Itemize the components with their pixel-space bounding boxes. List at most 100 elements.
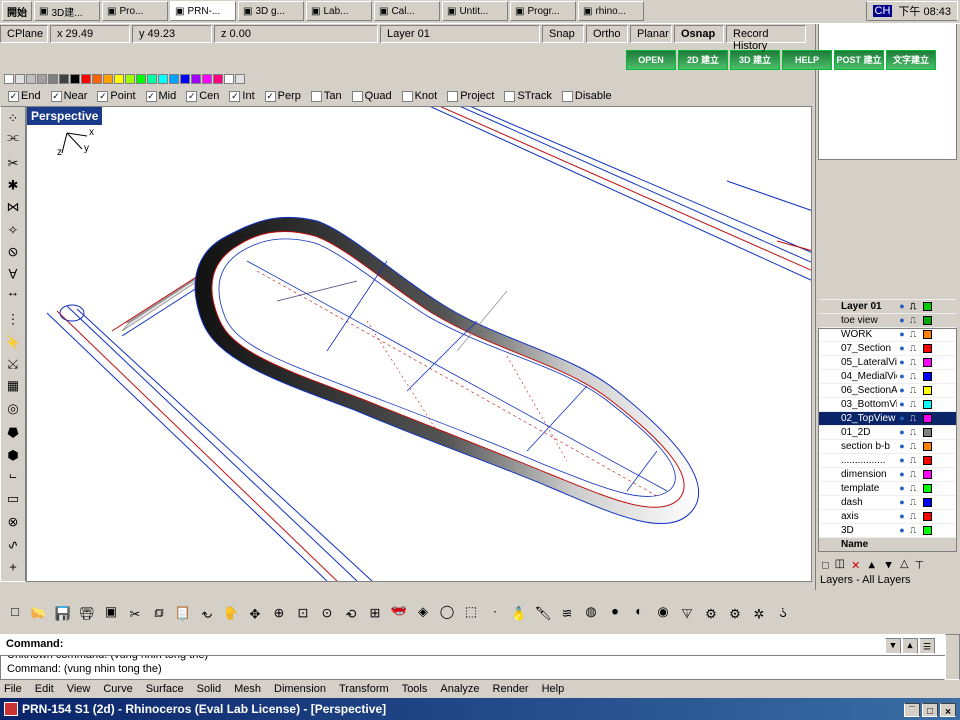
checkbox-icon[interactable]: ✓ [50, 90, 62, 102]
lock-icon[interactable]: ⎍ [907, 497, 919, 508]
layer-row[interactable]: WORK ● ⎍ [819, 327, 956, 341]
render-icon[interactable]: ◈ [412, 602, 434, 624]
lock-icon[interactable]: ⎍ [907, 455, 919, 466]
dimension-icon[interactable]: ↔ [2, 287, 24, 307]
palette-swatch[interactable] [202, 74, 212, 84]
layer-row[interactable]: 01_2D ● ⎍ [819, 425, 956, 439]
command-menu-icon[interactable]: ☰ [919, 638, 935, 654]
join-icon[interactable]: ⋈ [2, 197, 24, 217]
layer-color-swatch[interactable] [923, 302, 932, 311]
lock-icon[interactable]: ⎍ [907, 371, 919, 382]
filter-icon[interactable]: ▽ [900, 559, 908, 572]
menu-transform[interactable]: Transform [339, 683, 389, 695]
checkbox-icon[interactable] [447, 90, 459, 102]
palette-swatch[interactable] [15, 74, 25, 84]
plugin-button[interactable]: 3D 建立 [730, 50, 780, 70]
lock-icon[interactable]: ⎍ [907, 427, 919, 438]
layer-color-swatch[interactable] [923, 456, 932, 465]
viewport-title[interactable]: Perspective [27, 107, 103, 125]
lock-icon[interactable]: ⎍ [907, 385, 919, 396]
point-cloud-icon[interactable]: ⁘ [2, 107, 24, 127]
layer-row[interactable]: Layer 01 ● ⎍ [819, 299, 956, 313]
palette-swatch[interactable] [180, 74, 190, 84]
layer-row[interactable]: axis ● ⎍ [819, 509, 956, 523]
menu-edit[interactable]: Edit [35, 683, 54, 695]
lock-icon[interactable]: ⎍ [907, 469, 919, 480]
command-scroll-up-icon[interactable]: ▲ [885, 638, 901, 654]
layer-row[interactable]: section b-b ● ⎍ [819, 439, 956, 453]
menu-curve[interactable]: Curve [103, 683, 132, 695]
checkbox-icon[interactable] [310, 90, 322, 102]
bulb-icon[interactable]: ● [897, 330, 907, 340]
layer-tools-icon[interactable]: ⊥ [915, 559, 925, 572]
palette-swatch[interactable] [158, 74, 168, 84]
zoom-window-icon[interactable]: ⊡ [292, 602, 314, 624]
palette-swatch[interactable] [114, 74, 124, 84]
checkbox-icon[interactable]: ✓ [145, 90, 157, 102]
taskbar-item[interactable]: ▣ Untit... [442, 1, 508, 22]
menu-render[interactable]: Render [493, 683, 529, 695]
add-point-icon[interactable]: + [2, 557, 24, 577]
new-file-icon[interactable]: □ [4, 602, 26, 624]
layer-color-swatch[interactable] [923, 470, 932, 479]
close-button[interactable]: × [940, 703, 956, 717]
lock-icon[interactable]: ⎍ [907, 329, 919, 340]
layers-icon[interactable]: ≋ [556, 602, 578, 624]
lock-icon[interactable]: ⎍ [907, 413, 919, 424]
pan-icon[interactable]: ✋ [220, 602, 242, 624]
save-icon[interactable]: 💾 [52, 602, 74, 624]
osnap-quad[interactable]: Quad [348, 90, 396, 102]
light-icon[interactable]: 💡 [508, 602, 530, 624]
menu-view[interactable]: View [67, 683, 91, 695]
command-scroll-down-icon[interactable]: ▼ [902, 638, 918, 654]
osnap-project[interactable]: Project [443, 90, 498, 102]
paste-icon[interactable]: 📋 [172, 602, 194, 624]
warning-icon[interactable]: ⚠ [676, 602, 698, 624]
circle-icon[interactable]: ◯ [436, 602, 458, 624]
transform-icon[interactable]: ⤧ [2, 355, 24, 375]
layer-row[interactable]: 06_SectionA-A●⎍ [819, 383, 956, 397]
menu-help[interactable]: Help [542, 683, 565, 695]
lock-icon[interactable]: ⎍ [907, 511, 919, 522]
input-language-indicator[interactable]: CH [872, 5, 893, 17]
osnap-cen[interactable]: ✓ Cen [182, 90, 223, 102]
layer-color-swatch[interactable] [923, 526, 932, 535]
checkbox-icon[interactable] [401, 90, 413, 102]
palette-swatch[interactable] [235, 74, 245, 84]
osnap-knot[interactable]: Knot [398, 90, 442, 102]
bulb-icon[interactable]: ● [897, 344, 907, 354]
help-icon[interactable]: ? [772, 602, 794, 624]
menu-solid[interactable]: Solid [197, 683, 221, 695]
zoom-extents-icon[interactable]: ⟲ [340, 602, 362, 624]
start-button[interactable]: 開始 [2, 1, 32, 22]
layer-color-swatch[interactable] [923, 344, 932, 353]
taskbar-item[interactable]: ▣ 3D建... [34, 1, 100, 22]
tools-icon[interactable]: ✲ [748, 602, 770, 624]
layer-color-swatch[interactable] [923, 330, 932, 339]
render-tool-icon[interactable]: ✧ [2, 220, 24, 240]
palette-swatch[interactable] [37, 74, 47, 84]
palette-swatch[interactable] [81, 74, 91, 84]
layer-color-swatch[interactable] [923, 498, 932, 507]
palette-swatch[interactable] [103, 74, 113, 84]
maximize-button[interactable]: □ [922, 703, 938, 717]
osnap-strack[interactable]: STrack [500, 90, 555, 102]
status-osnap[interactable]: Osnap [674, 25, 724, 43]
copy-icon[interactable]: ⧉ [148, 602, 170, 624]
osnap-perp[interactable]: ✓ Perp [261, 90, 305, 102]
menu-analyze[interactable]: Analyze [440, 683, 479, 695]
taskbar-item[interactable]: ▣ rhino... [578, 1, 644, 22]
checkbox-icon[interactable]: ✓ [264, 90, 276, 102]
zoom-icon[interactable]: ⊕ [268, 602, 290, 624]
menu-tools[interactable]: Tools [402, 683, 428, 695]
bulb-icon[interactable]: ● [897, 316, 907, 326]
layer-list-header[interactable]: Name [819, 537, 956, 551]
status-layer[interactable]: Layer 01 [380, 25, 540, 43]
surface-icon[interactable]: ⬟ [2, 422, 24, 442]
layer-row[interactable]: 3D ● ⎍ [819, 523, 956, 537]
taskbar-item[interactable]: ▣ Pro... [102, 1, 168, 22]
palette-swatch[interactable] [147, 74, 157, 84]
lock-icon[interactable]: ⎍ [907, 441, 919, 452]
palette-swatch[interactable] [70, 74, 80, 84]
lock-icon[interactable]: ⎍ [907, 525, 919, 536]
